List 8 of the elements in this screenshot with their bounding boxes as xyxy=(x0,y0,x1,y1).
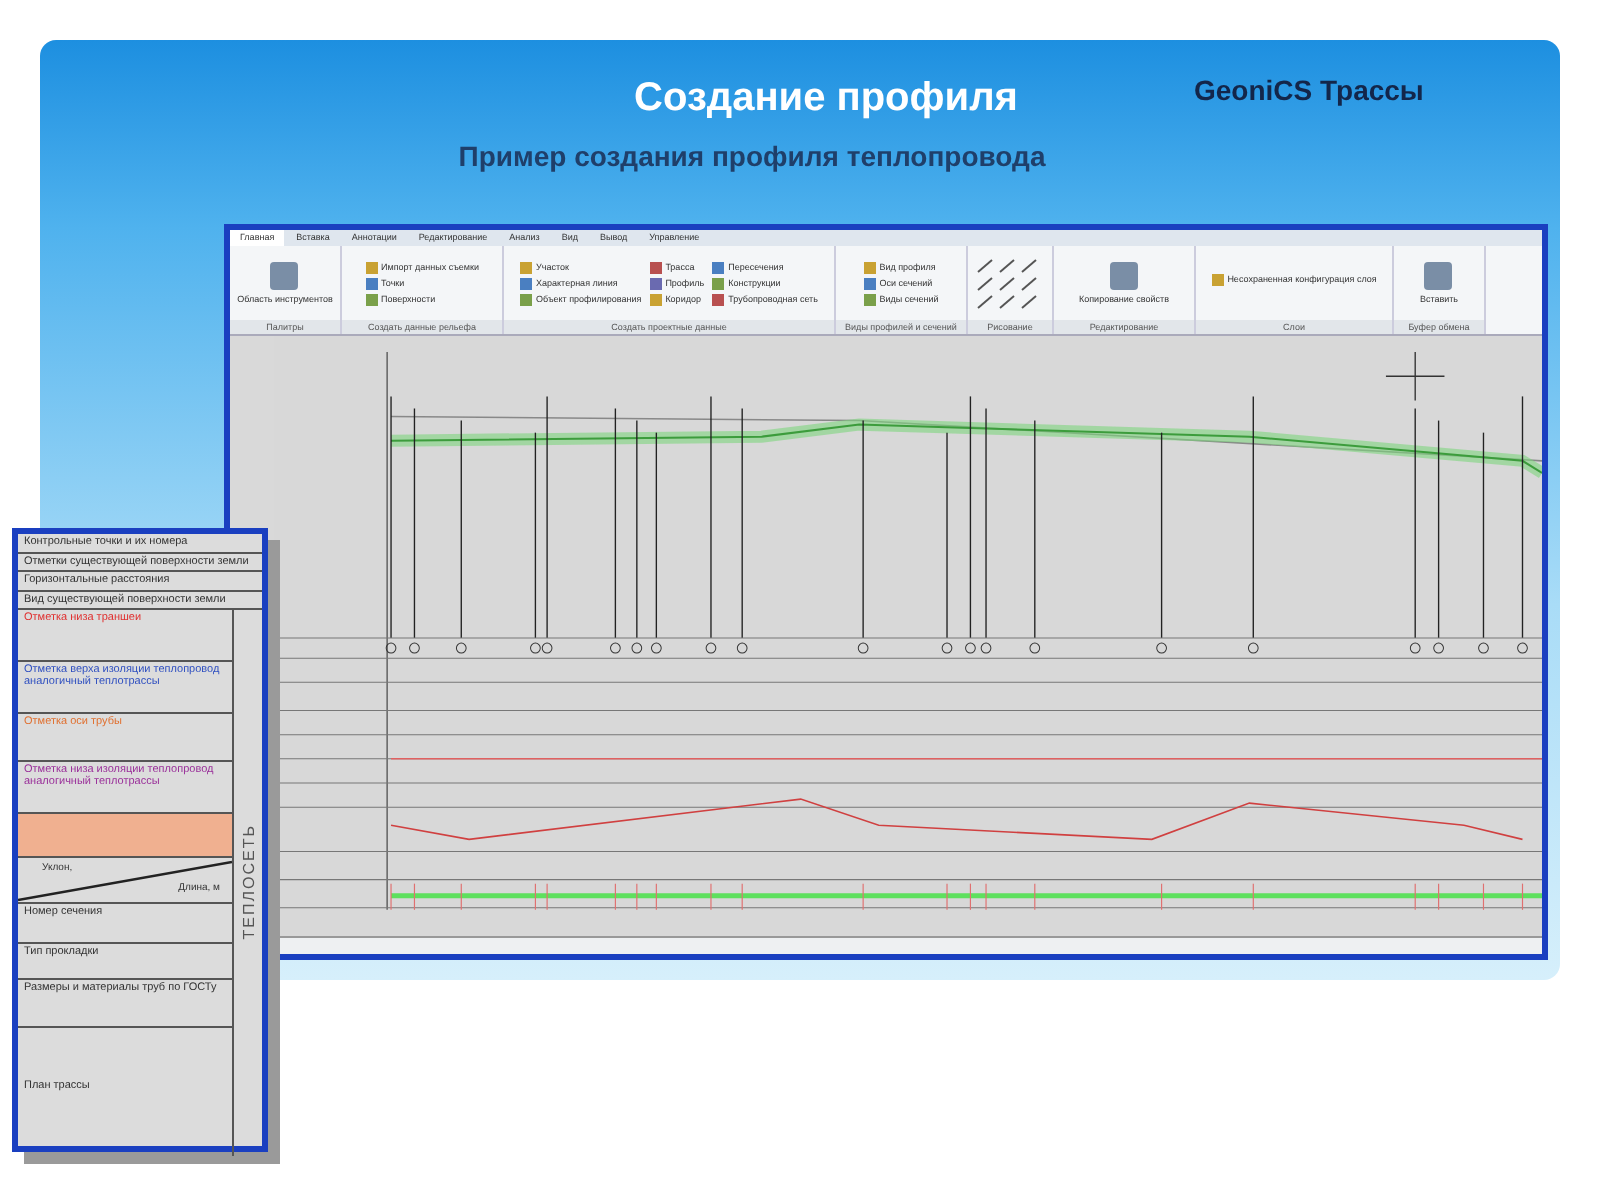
tool-icon xyxy=(1424,262,1453,290)
slide-title: Создание профиля xyxy=(632,76,1020,122)
tool-icon xyxy=(1211,273,1224,285)
tool-icon xyxy=(270,262,299,290)
tool-icon xyxy=(1109,262,1138,290)
side-label: ТЕПЛОСЕТЬ xyxy=(239,824,257,941)
slide-subtitle: Пример создания профиля теплопровода xyxy=(456,140,1048,172)
brand-logo: GeoniCS Трассы xyxy=(1194,74,1424,106)
